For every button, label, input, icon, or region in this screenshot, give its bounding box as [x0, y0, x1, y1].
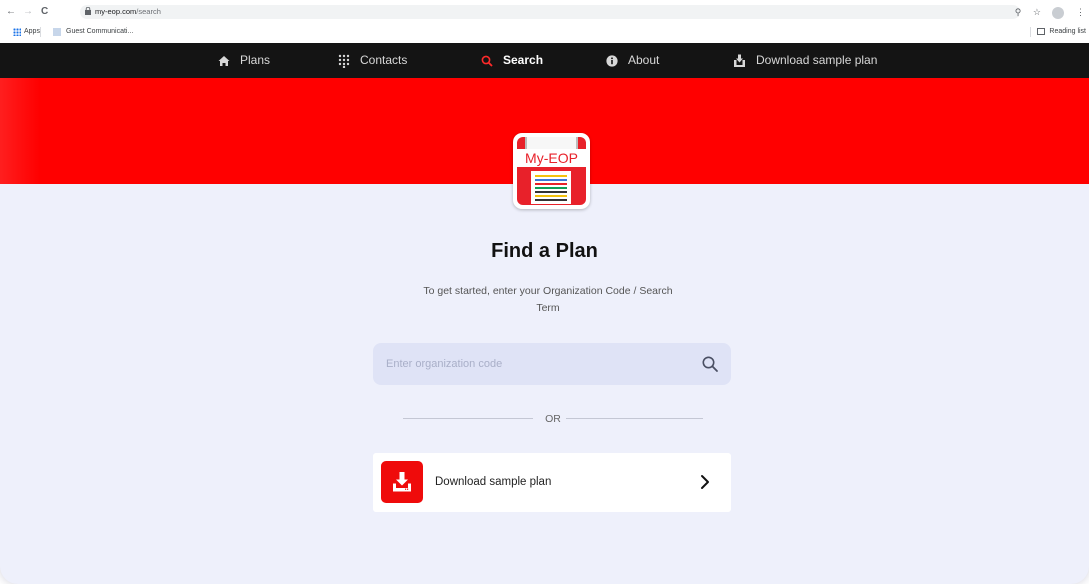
reading-list-icon [1037, 27, 1046, 35]
menu-kebab-icon[interactable]: ⋮ [1076, 7, 1085, 17]
browser-window: ← → C my-eop.com/search ⚲ ☆ ⋮ Apps Guest… [0, 0, 1089, 584]
hero-fade [0, 78, 40, 184]
nav-about[interactable]: About [606, 43, 659, 78]
nav-download-label: Download sample plan [756, 53, 878, 67]
download-icon [393, 472, 411, 492]
bookmarks-bar: Apps Guest Communicati... Reading list [0, 24, 1089, 40]
top-navigation: Plans Contacts Search About Download sam… [0, 43, 1089, 78]
bookmark-guest-communication[interactable]: Guest Communicati... [66, 24, 133, 40]
nav-contacts[interactable]: Contacts [338, 43, 407, 78]
nav-search-label: Search [503, 53, 544, 67]
reading-list-label: Reading list [1049, 28, 1086, 35]
search-submit-icon[interactable] [701, 355, 719, 373]
logo-line [535, 191, 567, 193]
omnibox[interactable] [80, 5, 1020, 19]
url-path: /search [136, 7, 161, 16]
nav-contacts-label: Contacts [360, 53, 408, 67]
page-title: Find a Plan [491, 240, 598, 262]
forward-icon[interactable]: → [23, 4, 33, 20]
nav-download-sample-plan[interactable]: Download sample plan [733, 43, 877, 78]
reading-list-button[interactable]: Reading list [1037, 24, 1086, 40]
logo-page [531, 171, 571, 204]
profile-avatar-icon[interactable] [1052, 6, 1065, 19]
home-icon [218, 55, 230, 66]
url-text[interactable]: my-eop.com/search [95, 6, 161, 18]
bookmark-apps[interactable]: Apps [24, 24, 40, 40]
or-line-right [566, 418, 703, 419]
download-sample-plan-label: Download sample plan [435, 476, 552, 488]
page-subtitle: To get started, enter your Organization … [423, 285, 673, 314]
info-icon [606, 55, 618, 67]
apps-grid-icon[interactable] [13, 28, 21, 36]
bookmark-favicon-icon [53, 28, 61, 36]
logo-line [535, 187, 567, 189]
address-row: ← → C my-eop.com/search ⚲ ☆ ⋮ [0, 4, 1089, 20]
logo-binder: My-EOP [517, 137, 586, 205]
lock-icon [85, 7, 91, 15]
url-host: my-eop.com [95, 7, 137, 16]
star-icon[interactable]: ☆ [1033, 7, 1041, 17]
back-icon[interactable]: ← [6, 4, 16, 20]
zoom-icon[interactable]: ⚲ [1015, 7, 1022, 17]
nav-plans-label: Plans [240, 53, 271, 67]
reading-list-divider [1030, 27, 1031, 37]
or-divider: OR [403, 412, 703, 426]
chevron-right-icon [701, 475, 709, 489]
download-sample-plan-card[interactable]: Download sample plan [373, 453, 731, 512]
download-badge [381, 461, 423, 503]
logo-line [535, 179, 567, 181]
nav-about-label: About [628, 53, 660, 67]
search-icon [481, 55, 493, 67]
browser-chrome: ← → C my-eop.com/search ⚲ ☆ ⋮ Apps Guest… [0, 0, 1089, 43]
my-eop-logo: My-EOP [513, 133, 590, 209]
chrome-toolbar-right: ⚲ ☆ ⋮ [1006, 5, 1085, 19]
logo-text: My-EOP [517, 149, 586, 167]
nav-search[interactable]: Search [481, 43, 543, 78]
search-bar [373, 343, 731, 385]
logo-line [535, 199, 567, 201]
or-label: OR [545, 413, 561, 425]
reload-icon[interactable]: C [41, 4, 48, 20]
logo-line [535, 183, 567, 185]
logo-rings [525, 137, 578, 149]
nav-plans[interactable]: Plans [218, 43, 270, 78]
logo-line [535, 175, 567, 177]
download-icon [734, 54, 745, 68]
grid-icon [338, 54, 350, 68]
organization-code-input[interactable] [386, 343, 686, 385]
logo-line [535, 195, 567, 197]
bookmark-divider [40, 27, 41, 37]
